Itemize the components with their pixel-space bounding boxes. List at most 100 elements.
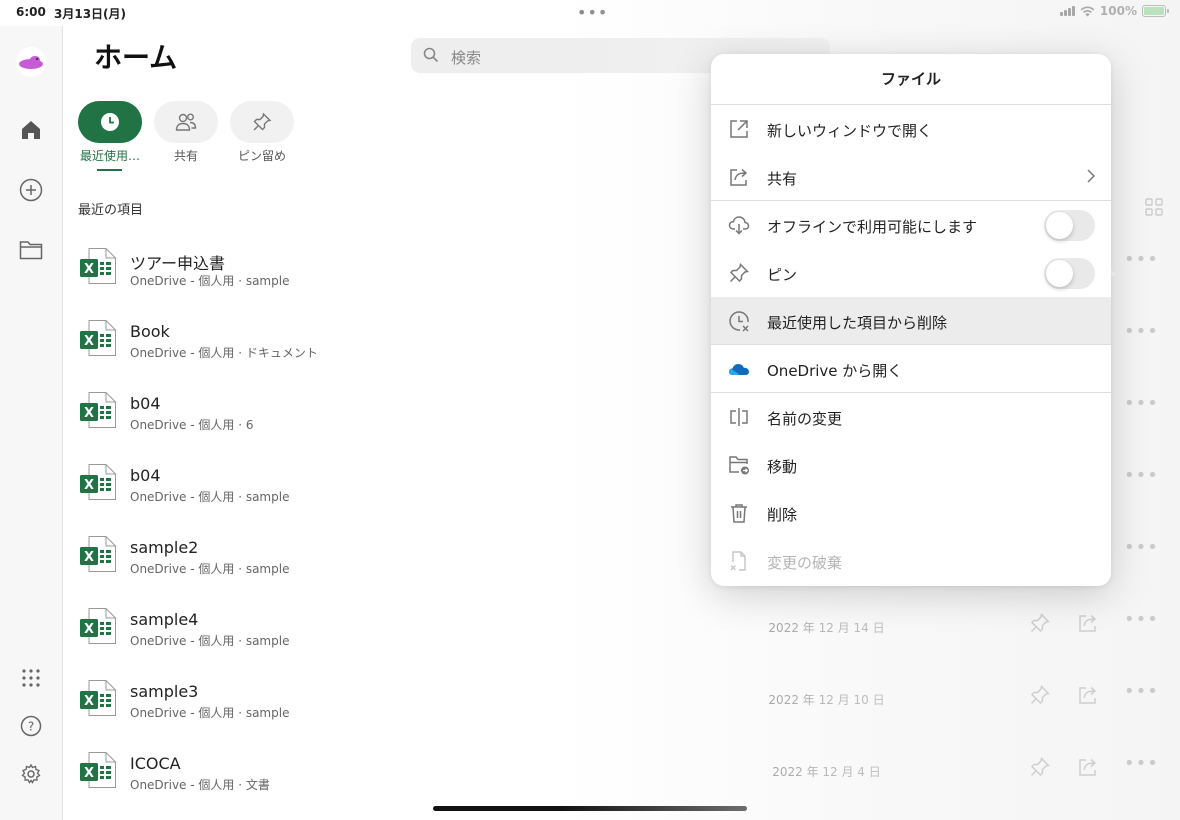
menu-offline[interactable]: オフラインで利用可能にします bbox=[711, 201, 1111, 249]
more-options-icon[interactable]: ••• bbox=[1124, 465, 1158, 486]
offline-toggle[interactable] bbox=[1044, 210, 1095, 241]
more-options-icon[interactable]: ••• bbox=[1124, 249, 1158, 270]
share-icon[interactable] bbox=[1077, 684, 1099, 706]
file-context-menu: ファイル 新しいウィンドウで開く 共有 オフラインで利用可能にします ピン 最近… bbox=[711, 54, 1111, 586]
excel-file-icon: X bbox=[80, 248, 116, 284]
more-options-icon[interactable]: ••• bbox=[1124, 393, 1158, 414]
share-icon[interactable] bbox=[1077, 756, 1099, 778]
filter-recent-button[interactable] bbox=[78, 101, 142, 143]
pin-icon[interactable] bbox=[1029, 684, 1051, 706]
section-heading: 最近の項目 bbox=[78, 203, 144, 218]
menu-delete[interactable]: 削除 bbox=[711, 489, 1111, 537]
new-file-icon[interactable] bbox=[14, 173, 48, 207]
menu-discard-changes: 変更の破棄 bbox=[711, 537, 1111, 585]
menu-remove-from-recent[interactable]: 最近使用した項目から削除 bbox=[711, 297, 1111, 345]
file-location: OneDrive - 個人用 · sample bbox=[130, 490, 290, 504]
more-options-icon[interactable]: ••• bbox=[1124, 537, 1158, 558]
file-name: b04 bbox=[130, 466, 161, 485]
menu-pin[interactable]: ピン bbox=[711, 249, 1111, 297]
filter-pinned-button[interactable] bbox=[230, 101, 294, 143]
status-date: 3月13日(月) bbox=[54, 7, 127, 21]
menu-open-new-window[interactable]: 新しいウィンドウで開く bbox=[711, 105, 1111, 153]
more-options-icon[interactable]: ••• bbox=[1124, 681, 1158, 702]
menu-label: ピン bbox=[767, 266, 798, 284]
multitasking-dots-icon[interactable]: ••• bbox=[577, 3, 608, 22]
help-icon[interactable]: ? bbox=[14, 709, 48, 743]
file-location: OneDrive - 個人用 · sample bbox=[130, 562, 290, 576]
home-icon[interactable] bbox=[14, 113, 48, 147]
file-row[interactable]: X ICOCA OneDrive - 個人用 · 文書 2022 年 12 月 4 日… bbox=[63, 734, 1180, 806]
svg-text:X: X bbox=[84, 262, 94, 277]
view-grid-icon[interactable] bbox=[1144, 197, 1164, 217]
menu-open-onedrive[interactable]: OneDrive から開く bbox=[711, 345, 1111, 393]
people-icon bbox=[175, 113, 197, 131]
file-name: b04 bbox=[130, 394, 161, 413]
menu-move[interactable]: 移動 bbox=[711, 441, 1111, 489]
discard-icon bbox=[730, 551, 746, 571]
more-options-icon[interactable]: ••• bbox=[1124, 753, 1158, 774]
clock-icon bbox=[101, 113, 119, 131]
filter-recent-label: 最近使用… bbox=[79, 149, 140, 163]
apps-grid-icon[interactable] bbox=[14, 661, 48, 695]
folder-icon[interactable] bbox=[14, 233, 48, 267]
file-location: OneDrive - 個人用 · 文書 bbox=[130, 778, 270, 792]
svg-text:X: X bbox=[84, 478, 94, 493]
menu-label: 新しいウィンドウで開く bbox=[767, 122, 933, 140]
excel-file-icon: X bbox=[80, 464, 116, 500]
settings-gear-icon[interactable] bbox=[14, 757, 48, 791]
status-bar: 6:00 3月13日(月) ••• 100% bbox=[0, 0, 1180, 26]
pin-toggle[interactable] bbox=[1044, 258, 1095, 289]
svg-text:X: X bbox=[84, 550, 94, 565]
excel-file-icon: X bbox=[80, 536, 116, 572]
file-row[interactable]: Xsample3 OneDrive - 個人用 · sample 2022 年 12… bbox=[63, 662, 1180, 734]
status-time: 6:00 bbox=[16, 5, 46, 19]
svg-text:X: X bbox=[84, 766, 94, 781]
file-row[interactable]: Xsample4 OneDrive - 個人用 · sample 2022 年 12… bbox=[63, 590, 1180, 662]
rename-icon bbox=[730, 408, 748, 426]
filter-pinned-label: ピン留め bbox=[237, 149, 286, 163]
menu-label: 名前の変更 bbox=[767, 410, 843, 428]
file-name: sample2 bbox=[130, 538, 199, 557]
more-options-icon[interactable]: ••• bbox=[1124, 609, 1158, 630]
battery-icon bbox=[1142, 5, 1169, 17]
pin-icon[interactable] bbox=[1029, 612, 1051, 634]
wifi-icon bbox=[1080, 6, 1095, 16]
more-options-icon[interactable]: ••• bbox=[1124, 321, 1158, 342]
menu-label: オフラインで利用可能にします bbox=[767, 218, 978, 236]
file-date: 2022 年 12 月 10 日 bbox=[768, 693, 885, 707]
menu-rename[interactable]: 名前の変更 bbox=[711, 393, 1111, 441]
menu-label: 削除 bbox=[767, 506, 798, 524]
search-icon bbox=[423, 47, 439, 63]
menu-share[interactable]: 共有 bbox=[711, 153, 1111, 201]
pin-icon bbox=[729, 262, 750, 283]
share-icon[interactable] bbox=[1077, 612, 1099, 634]
file-name: sample4 bbox=[130, 610, 199, 629]
open-external-icon bbox=[730, 120, 748, 138]
menu-label: 最近使用した項目から削除 bbox=[767, 314, 948, 332]
excel-file-icon: X bbox=[80, 320, 116, 356]
onedrive-icon bbox=[729, 364, 749, 375]
page-title: ホーム bbox=[94, 41, 178, 74]
file-location: OneDrive - 個人用 · sample bbox=[130, 274, 290, 288]
excel-file-icon: X bbox=[80, 752, 116, 788]
file-location: OneDrive - 個人用 · 6 bbox=[130, 418, 254, 432]
file-location: OneDrive - 個人用 · ドキュメント bbox=[130, 346, 318, 360]
share-icon bbox=[730, 168, 748, 186]
filter-shared-button[interactable] bbox=[154, 101, 218, 143]
svg-text:X: X bbox=[84, 622, 94, 637]
menu-label: 変更の破棄 bbox=[767, 554, 843, 572]
svg-text:X: X bbox=[84, 694, 94, 709]
file-date: 2022 年 12 月 4 日 bbox=[772, 765, 881, 779]
pin-icon bbox=[253, 112, 272, 131]
move-folder-icon bbox=[729, 456, 749, 475]
avatar[interactable] bbox=[14, 45, 48, 79]
pin-icon[interactable] bbox=[1029, 756, 1051, 778]
trash-icon bbox=[731, 504, 747, 523]
cellular-signal-icon bbox=[1059, 6, 1075, 16]
file-date: 2022 年 12 月 14 日 bbox=[768, 621, 885, 635]
svg-text:?: ? bbox=[28, 720, 34, 734]
svg-text:X: X bbox=[84, 334, 94, 349]
menu-label: OneDrive から開く bbox=[767, 362, 903, 380]
excel-file-icon: X bbox=[80, 392, 116, 428]
home-indicator[interactable] bbox=[433, 806, 747, 811]
